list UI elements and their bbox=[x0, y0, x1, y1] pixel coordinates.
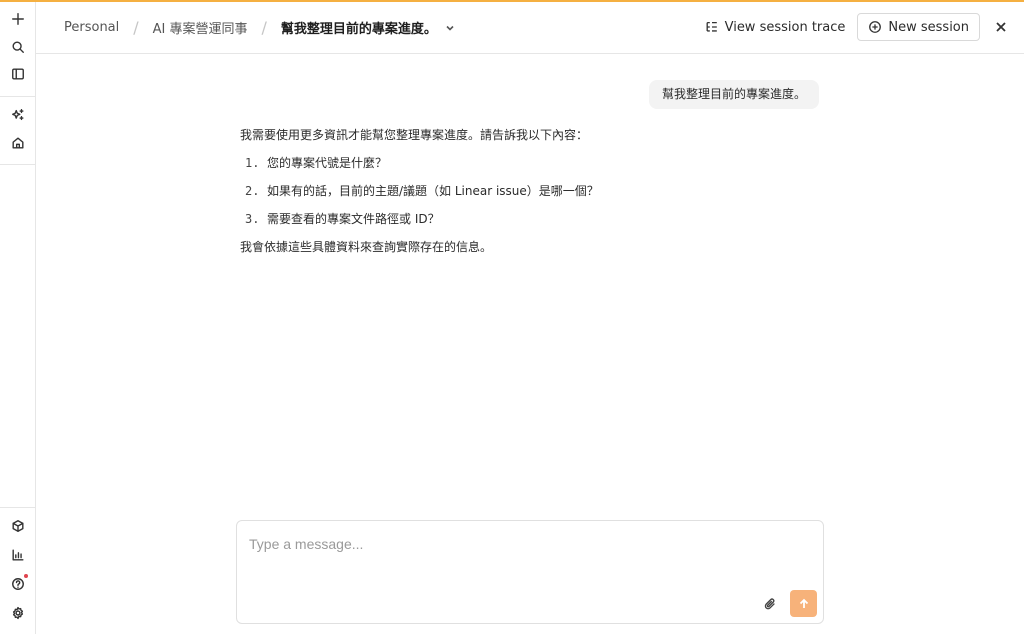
list-item-number: 1. bbox=[245, 156, 260, 170]
breadcrumb: Personal / AI 專案營運同事 / 幫我整理目前的專案進度。 bbox=[64, 18, 455, 37]
icon-rail bbox=[0, 2, 36, 634]
list-tree-icon bbox=[706, 21, 717, 32]
list-item: 1. 您的專案代號是什麼？ bbox=[240, 154, 800, 172]
home-button[interactable] bbox=[6, 131, 30, 155]
new-session-label: New session bbox=[888, 19, 969, 35]
gear-icon bbox=[12, 606, 24, 620]
user-message: 幫我整理目前的專案進度。 bbox=[648, 80, 819, 109]
assistant-question-list: 1. 您的專案代號是什麼？ 2. 如果有的話，目前的主題/議題（如 Linear… bbox=[240, 154, 800, 228]
list-item-text: 如果有的話，目前的主題/議題（如 Linear issue）是哪一個？ bbox=[267, 184, 599, 198]
cube-button[interactable] bbox=[6, 514, 30, 538]
assistant-message: 我需要使用更多資訊才能幫您整理專案進度。請告訴我以下內容： 1. 您的專案代號是… bbox=[240, 126, 800, 256]
arrow-up-icon bbox=[799, 598, 808, 608]
chevron-down-icon bbox=[446, 25, 454, 31]
list-item: 2. 如果有的話，目前的主題/議題（如 Linear issue）是哪一個？ bbox=[240, 182, 800, 200]
message-composer bbox=[236, 520, 824, 624]
assistant-intro: 我需要使用更多資訊才能幫您整理專案進度。請告訴我以下內容： bbox=[240, 128, 589, 142]
session-header: Personal / AI 專案營運同事 / 幫我整理目前的專案進度。 View… bbox=[36, 2, 1024, 54]
paperclip-icon bbox=[764, 598, 775, 610]
message-input[interactable] bbox=[249, 533, 809, 555]
plus-circle-icon bbox=[869, 21, 882, 33]
plus-icon bbox=[12, 13, 24, 25]
sidebar-toggle-icon bbox=[12, 68, 24, 80]
sidebar-toggle-button[interactable] bbox=[6, 62, 30, 86]
help-icon bbox=[12, 578, 24, 590]
new-session-button[interactable]: New session bbox=[857, 13, 980, 41]
new-chat-button[interactable] bbox=[6, 7, 30, 31]
breadcrumb-session[interactable]: 幫我整理目前的專案進度。 bbox=[281, 18, 437, 37]
breadcrumb-separator: / bbox=[261, 18, 267, 37]
header-actions: View session trace New session bbox=[705, 13, 1012, 41]
search-button[interactable] bbox=[6, 35, 30, 59]
analytics-button[interactable] bbox=[6, 543, 30, 567]
sparkles-icon bbox=[12, 109, 24, 121]
list-item-number: 2. bbox=[245, 184, 260, 198]
list-item: 3. 需要查看的專案文件路徑或 ID？ bbox=[240, 210, 800, 228]
breadcrumb-separator: / bbox=[133, 18, 139, 37]
rail-divider bbox=[0, 164, 35, 165]
list-item-text: 需要查看的專案文件路徑或 ID？ bbox=[267, 212, 440, 226]
rail-divider bbox=[0, 507, 35, 508]
view-session-trace-button[interactable]: View session trace bbox=[705, 19, 846, 35]
attach-file-button[interactable] bbox=[761, 595, 779, 613]
search-icon bbox=[12, 41, 24, 53]
close-icon bbox=[996, 22, 1006, 32]
cube-icon bbox=[12, 520, 24, 532]
send-button[interactable] bbox=[790, 590, 817, 617]
view-session-trace-label: View session trace bbox=[724, 19, 846, 35]
list-item-number: 3. bbox=[245, 212, 260, 226]
assistant-outro: 我會依據這些具體資料來查詢實際存在的信息。 bbox=[240, 240, 493, 254]
list-item-text: 您的專案代號是什麼？ bbox=[267, 156, 388, 170]
home-icon bbox=[12, 137, 24, 149]
close-button[interactable] bbox=[990, 16, 1012, 38]
breadcrumb-personal[interactable]: Personal bbox=[64, 20, 119, 35]
settings-button[interactable] bbox=[6, 601, 30, 625]
bar-chart-icon bbox=[12, 549, 24, 561]
notification-dot bbox=[24, 574, 28, 578]
rail-divider bbox=[0, 96, 35, 97]
sparkles-button[interactable] bbox=[6, 103, 30, 127]
session-menu-toggle[interactable] bbox=[445, 23, 455, 33]
breadcrumb-agent[interactable]: AI 專案營運同事 bbox=[153, 18, 248, 37]
